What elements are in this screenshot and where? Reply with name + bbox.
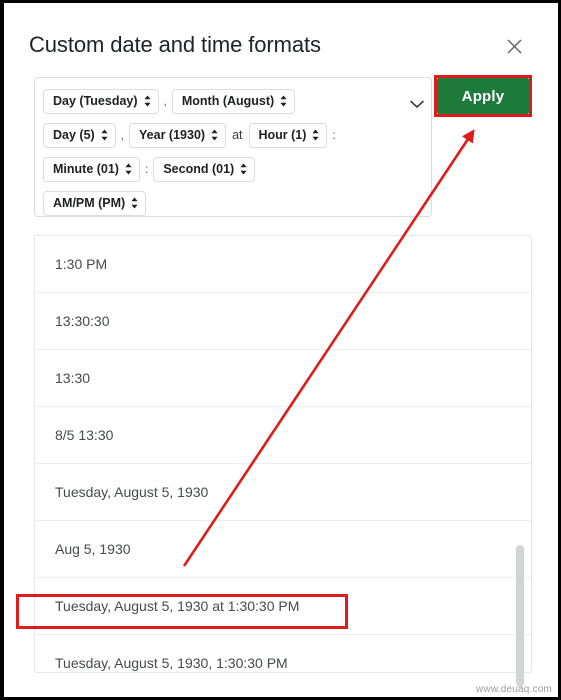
list-item[interactable]: 13:30:30 (35, 293, 531, 350)
format-builder-box[interactable]: Day (Tuesday) , Month (August) Day (5) ,… (34, 77, 432, 217)
stepper-icon[interactable] (143, 93, 152, 109)
close-button[interactable] (501, 33, 527, 59)
expand-formats-button[interactable] (406, 94, 428, 116)
format-chip-day-number[interactable]: Day (5) (43, 122, 116, 148)
format-chip-hour[interactable]: Hour (1) (248, 122, 328, 148)
stepper-icon[interactable] (130, 195, 139, 211)
chip-separator-colon: : (332, 128, 336, 142)
chip-separator-comma: , (120, 128, 125, 142)
format-chip-row: Day (Tuesday) , Month (August) (43, 85, 403, 117)
chip-separator-colon: : (144, 162, 149, 176)
format-chip-second[interactable]: Second (01) (153, 156, 256, 182)
page-title: Custom date and time formats (29, 32, 321, 57)
format-chip-row: Day (5) , Year (1930) at Hour (1): (43, 119, 403, 151)
list-item[interactable]: 1:30 PM (35, 236, 531, 293)
watermark: www.deuaq.com (476, 684, 552, 695)
format-chip-row: Minute (01) : Second (01) (43, 153, 403, 185)
dialog-header: Custom date and time formats (4, 3, 558, 75)
stepper-icon[interactable] (100, 127, 109, 143)
frame-border-left (0, 0, 4, 700)
format-chip-year[interactable]: Year (1930) (129, 122, 227, 148)
screenshot-root: Custom date and time formats Day (Tuesda… (0, 0, 561, 700)
chip-separator-at: at (232, 128, 243, 142)
format-preset-list[interactable]: 1:30 PM 13:30:30 13:30 8/5 13:30 Tuesday… (34, 235, 532, 673)
list-item[interactable]: Tuesday, August 5, 1930 (35, 464, 531, 521)
stepper-icon[interactable] (210, 127, 219, 143)
list-scrollbar[interactable] (514, 232, 526, 687)
stepper-icon[interactable] (124, 161, 133, 177)
chip-separator-comma: , (163, 94, 167, 108)
apply-button-highlight: Apply (434, 75, 532, 117)
list-item[interactable]: Tuesday, August 5, 1930, 1:30:30 PM (35, 635, 531, 672)
chevron-down-icon (410, 96, 424, 114)
stepper-icon[interactable] (239, 161, 248, 177)
format-chip-minute[interactable]: Minute (01) (43, 156, 140, 182)
apply-button[interactable]: Apply (437, 78, 529, 114)
format-chip-row: AM/PM (PM) (43, 187, 403, 219)
list-item[interactable]: 8/5 13:30 (35, 407, 531, 464)
format-chip-ampm[interactable]: AM/PM (PM) (43, 190, 147, 216)
scrollbar-thumb[interactable] (516, 545, 524, 687)
list-item-selected[interactable]: Tuesday, August 5, 1930 at 1:30:30 PM (35, 578, 531, 635)
format-chip-rows: Day (Tuesday) , Month (August) Day (5) ,… (43, 85, 403, 221)
format-chip-month-name[interactable]: Month (August) (171, 88, 296, 114)
stepper-icon[interactable] (311, 127, 320, 143)
close-icon (506, 38, 523, 55)
format-chip-day-name[interactable]: Day (Tuesday) (43, 88, 159, 114)
frame-border-top (0, 0, 561, 3)
stepper-icon[interactable] (279, 93, 288, 109)
list-item[interactable]: Aug 5, 1930 (35, 521, 531, 578)
list-item[interactable]: 13:30 (35, 350, 531, 407)
